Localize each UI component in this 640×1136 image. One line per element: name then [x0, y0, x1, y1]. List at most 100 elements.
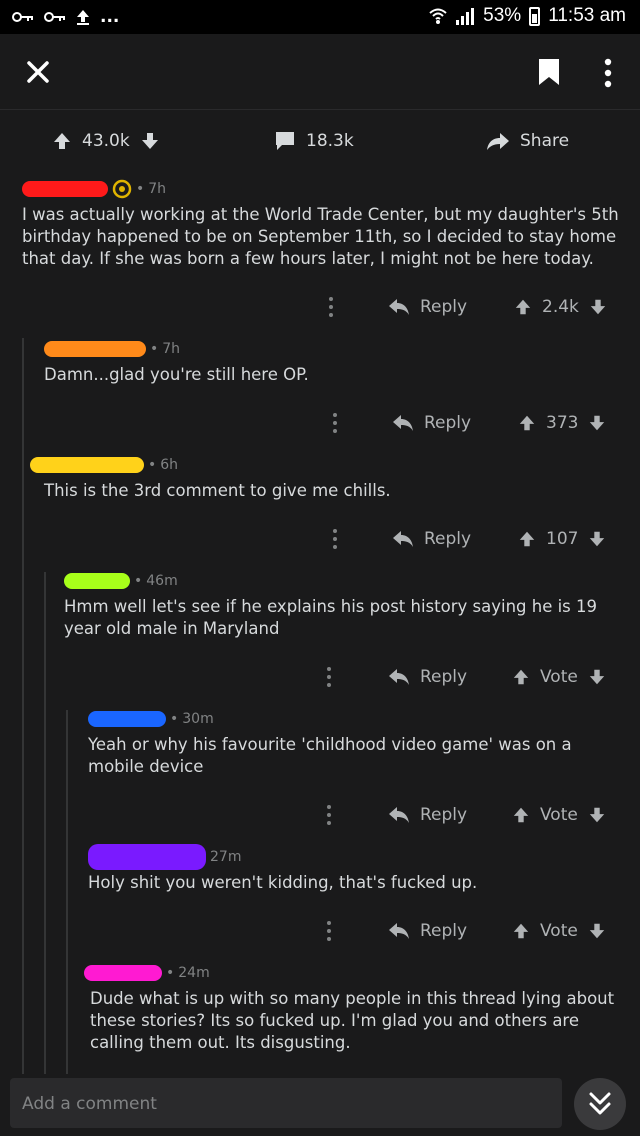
arrow-up-icon[interactable]: [512, 922, 530, 940]
vote-group: Vote: [512, 805, 606, 825]
post-vote-group: 43.0k: [52, 131, 160, 151]
post-actions-bar: 43.0k 18.3k Share: [0, 110, 640, 172]
redacted-username: [88, 711, 166, 727]
comment-age: 27m: [210, 849, 242, 865]
redacted-username: [84, 965, 162, 981]
share-button[interactable]: Share: [486, 131, 569, 151]
arrow-down-icon[interactable]: [588, 530, 606, 548]
bookmark-button[interactable]: [538, 58, 560, 86]
redacted-username: [64, 573, 130, 589]
jump-to-next-button[interactable]: [574, 1078, 626, 1130]
more-options-button[interactable]: [598, 56, 618, 90]
comment-body: Hmm well let's see if he explains his po…: [64, 597, 598, 638]
comment: • 6h This is the 3rd comment to give me c…: [30, 454, 620, 502]
comment: • 30m Yeah or why his favourite 'childhoo…: [88, 708, 620, 778]
comment: • 24m Dude what is up with so many people…: [84, 962, 624, 1054]
more-notifications-icon: ...: [100, 7, 120, 27]
arrow-up-icon[interactable]: [52, 131, 72, 151]
reply-arrow-icon: [389, 923, 409, 939]
top-toolbar: [0, 34, 640, 110]
comment-meta: • 7h: [22, 178, 622, 200]
comment-score: 2.4k: [542, 297, 579, 317]
comment-meta: 27m: [88, 844, 620, 870]
arrow-up-icon[interactable]: [518, 414, 536, 432]
more-vertical-icon: [604, 58, 612, 88]
arrow-down-icon[interactable]: [588, 922, 606, 940]
comment-bubble-icon: [276, 132, 294, 150]
reply-button[interactable]: Reply: [392, 413, 471, 433]
vote-group: Vote: [512, 667, 606, 687]
arrow-down-icon[interactable]: [588, 668, 606, 686]
bookmark-icon: [539, 59, 559, 85]
arrow-down-icon[interactable]: [588, 806, 606, 824]
comment-actions: Reply 107: [0, 526, 640, 552]
redacted-username: [88, 844, 206, 870]
vote-group: 107: [518, 529, 606, 549]
close-icon: [27, 61, 49, 83]
comment-actions: Reply 2.4k: [0, 294, 640, 320]
comment-body: I was actually working at the World Trad…: [22, 205, 619, 268]
redacted-username: [30, 457, 144, 473]
add-comment-placeholder: Add a comment: [22, 1094, 157, 1114]
more-vertical-icon[interactable]: [332, 528, 338, 550]
comment-body: Dude what is up with so many people in t…: [90, 989, 615, 1052]
vote-group: 373: [518, 413, 606, 433]
battery-icon: [529, 6, 541, 26]
more-vertical-icon[interactable]: [326, 666, 332, 688]
post-score: 43.0k: [82, 131, 130, 151]
close-button[interactable]: [20, 54, 56, 90]
arrow-down-icon[interactable]: [589, 298, 607, 316]
post-comment-count: 18.3k: [306, 131, 354, 151]
comment-meta: • 30m: [88, 708, 620, 730]
reply-button[interactable]: Reply: [388, 805, 467, 825]
arrow-up-icon[interactable]: [512, 668, 530, 686]
add-comment-input[interactable]: Add a comment: [10, 1078, 562, 1128]
redacted-username: [22, 181, 108, 197]
arrow-up-icon[interactable]: [518, 530, 536, 548]
reply-arrow-icon: [393, 415, 413, 431]
double-chevron-down-icon: [589, 1092, 611, 1115]
more-vertical-icon[interactable]: [328, 296, 334, 318]
more-vertical-icon[interactable]: [332, 412, 338, 434]
comment-actions: Reply Vote: [0, 802, 640, 828]
comment-meta: • 7h: [44, 338, 624, 360]
share-arrow-icon: [487, 133, 509, 150]
comment-body: Damn...glad you're still here OP.: [44, 365, 309, 384]
comment-age: 24m: [178, 965, 210, 981]
comment-age: 46m: [146, 573, 178, 589]
signal-icon: [456, 8, 475, 25]
vote-label: Vote: [540, 805, 578, 825]
comment-meta: • 24m: [84, 962, 624, 984]
comment-body: Holy shit you weren't kidding, that's fu…: [88, 873, 478, 892]
more-vertical-icon[interactable]: [326, 804, 332, 826]
arrow-up-icon[interactable]: [514, 298, 532, 316]
comment-meta: • 6h: [30, 454, 620, 476]
award-icon: [112, 179, 132, 199]
status-indicators: 53% 11:53 am: [429, 5, 626, 27]
vote-group: Vote: [512, 921, 606, 941]
comment-score: 107: [546, 529, 579, 549]
reply-arrow-icon: [389, 669, 409, 685]
comment: • 46m Hmm well let's see if he explains h…: [64, 570, 620, 640]
arrow-up-icon[interactable]: [512, 806, 530, 824]
comment-actions: Reply Vote: [0, 918, 640, 944]
reply-button[interactable]: Reply: [388, 297, 467, 317]
comment: • 7h Damn...glad you're still here OP.: [44, 338, 624, 386]
arrow-down-icon[interactable]: [588, 414, 606, 432]
key-icon: [12, 12, 33, 22]
comment-body: This is the 3rd comment to give me chill…: [44, 481, 391, 500]
reply-button[interactable]: Reply: [392, 529, 471, 549]
reply-button[interactable]: Reply: [388, 921, 467, 941]
thread-line: [66, 710, 68, 1074]
arrow-down-icon[interactable]: [140, 131, 160, 151]
comment-actions: Reply 373: [0, 410, 640, 436]
reply-button[interactable]: Reply: [388, 667, 467, 687]
more-vertical-icon[interactable]: [326, 920, 332, 942]
comment-body: Yeah or why his favourite 'childhood vid…: [88, 735, 572, 776]
comment-meta: • 46m: [64, 570, 620, 592]
comment-actions: Reply Vote: [0, 664, 640, 690]
post-comments-button[interactable]: 18.3k: [274, 131, 354, 151]
share-label: Share: [520, 131, 570, 151]
comment-age: 7h: [162, 341, 181, 357]
comment-age: 6h: [160, 457, 179, 473]
